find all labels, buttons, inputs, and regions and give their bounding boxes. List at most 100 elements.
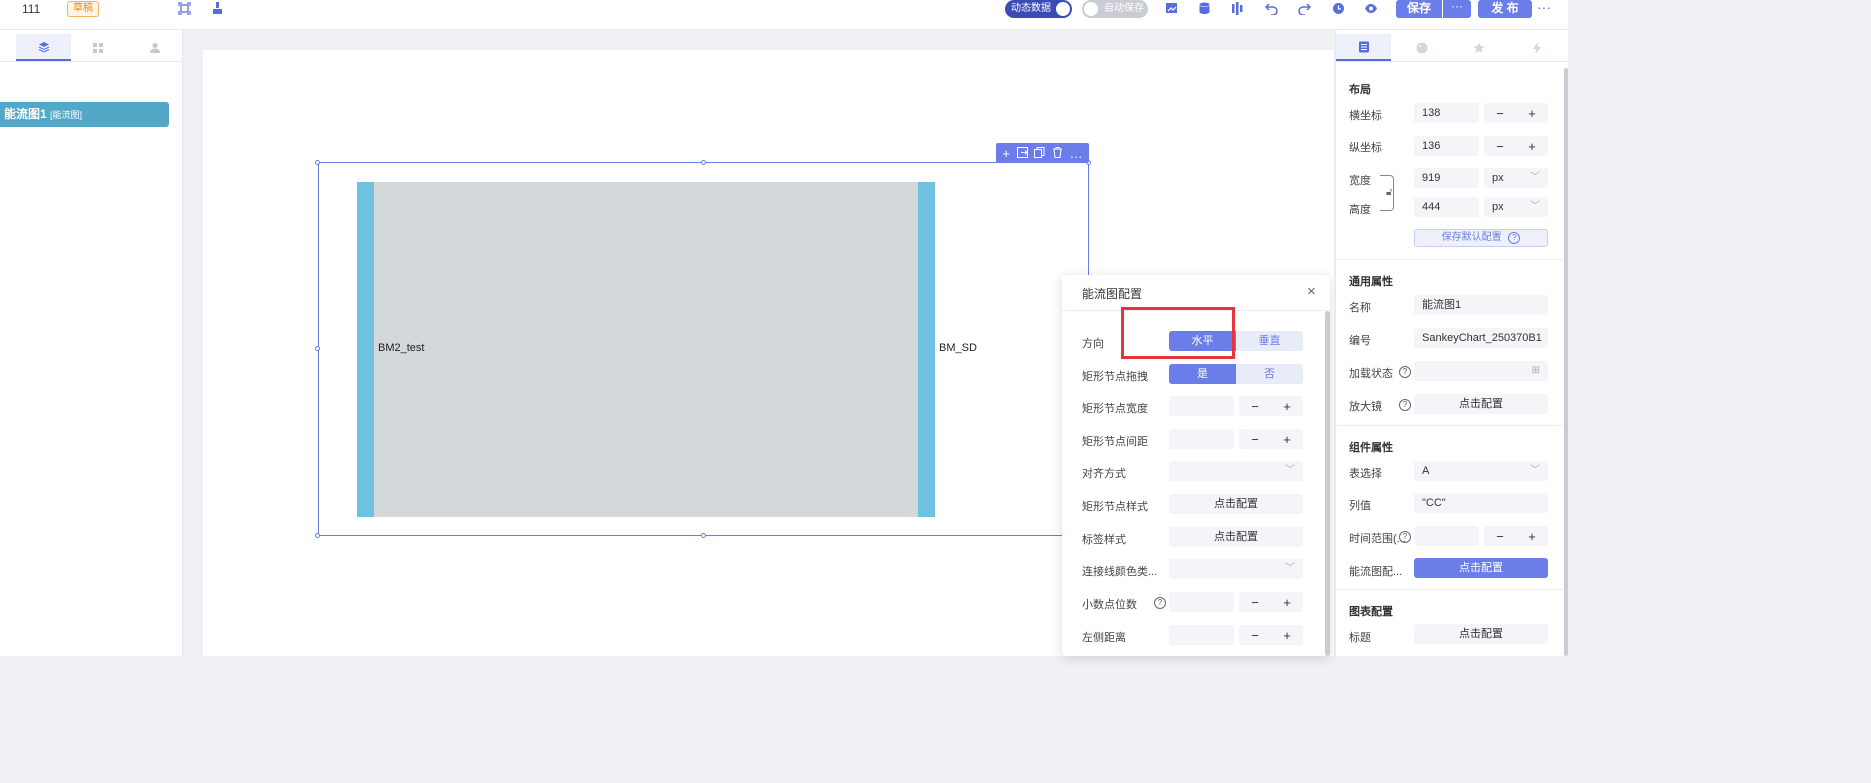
layer-item-sankey[interactable]: 能流图1 [能流图] xyxy=(0,102,169,127)
dynamic-data-toggle[interactable]: 动态数据 xyxy=(1005,0,1072,18)
id-input[interactable]: SankeyChart_250370B1 xyxy=(1414,328,1548,348)
direction-vertical-option[interactable]: 垂直 xyxy=(1236,331,1303,351)
resize-handle[interactable] xyxy=(315,533,320,538)
increment-button[interactable]: + xyxy=(1283,628,1291,643)
tab-favorites[interactable] xyxy=(1451,34,1506,61)
resize-handle[interactable] xyxy=(315,160,320,165)
width-input[interactable]: 919 xyxy=(1414,168,1479,188)
grid-icon: ⊞ xyxy=(1531,365,1540,376)
auto-save-toggle[interactable]: 自动保存 xyxy=(1082,0,1148,18)
node-width-stepper[interactable]: − + xyxy=(1239,396,1303,416)
unlock-icon[interactable]: 🔓︎ xyxy=(1386,187,1392,198)
y-coord-input[interactable]: 136 xyxy=(1414,136,1479,156)
time-range-input[interactable] xyxy=(1414,526,1479,546)
tab-properties[interactable] xyxy=(1336,34,1391,61)
node-gap-stepper[interactable]: − + xyxy=(1239,429,1303,449)
section-divider xyxy=(1336,589,1564,590)
status-badge: 草稿 xyxy=(67,1,99,17)
align-icon[interactable] xyxy=(1229,0,1245,16)
height-input[interactable]: 444 xyxy=(1414,197,1479,217)
tab-components[interactable] xyxy=(70,34,125,61)
decrement-button[interactable]: − xyxy=(1496,106,1504,121)
align-select[interactable]: ﹀ xyxy=(1169,461,1303,481)
fit-screen-icon[interactable] xyxy=(176,0,192,16)
auto-save-label: 自动保存 xyxy=(1104,3,1144,14)
width-unit-select[interactable]: px ﹀ xyxy=(1484,168,1548,188)
database-icon[interactable] xyxy=(1196,0,1212,16)
preview-eye-icon[interactable] xyxy=(1363,0,1379,16)
node-drag-segmented[interactable]: 是 否 xyxy=(1169,364,1303,384)
time-range-label: 时间范围(... xyxy=(1349,533,1406,545)
increment-button[interactable]: + xyxy=(1528,139,1536,154)
decimal-places-input[interactable] xyxy=(1169,592,1234,612)
column-value-input[interactable]: "CC" xyxy=(1414,493,1548,513)
help-icon[interactable]: ? xyxy=(1154,597,1166,609)
tab-user[interactable] xyxy=(127,34,182,61)
node-gap-input[interactable] xyxy=(1169,429,1234,449)
move-layer-icon[interactable] xyxy=(1016,146,1028,161)
history-icon[interactable] xyxy=(1330,0,1346,16)
resize-handle[interactable] xyxy=(701,160,706,165)
loading-state-label: 加载状态 xyxy=(1349,368,1393,380)
save-default-config-button[interactable]: 保存默认配置 ? xyxy=(1414,229,1548,247)
publish-button[interactable]: 发 布 xyxy=(1478,0,1532,18)
dialog-scrollbar[interactable] xyxy=(1325,311,1330,656)
add-icon[interactable]: + xyxy=(1002,146,1010,161)
resize-handle[interactable] xyxy=(701,533,706,538)
increment-button[interactable]: + xyxy=(1528,106,1536,121)
loading-state-select[interactable]: ⊞ xyxy=(1414,361,1548,381)
save-button[interactable]: 保存 xyxy=(1396,0,1442,18)
left-distance-input[interactable] xyxy=(1169,625,1234,645)
name-input[interactable]: 能流图1 xyxy=(1414,295,1548,315)
resize-handle[interactable] xyxy=(315,346,320,351)
close-icon[interactable]: × xyxy=(1307,284,1316,299)
decimal-places-stepper[interactable]: − + xyxy=(1239,592,1303,612)
increment-button[interactable]: + xyxy=(1528,529,1536,544)
undo-icon[interactable] xyxy=(1263,0,1279,16)
tab-style[interactable] xyxy=(1394,34,1449,61)
y-coord-stepper[interactable]: − + xyxy=(1484,136,1548,156)
time-range-stepper[interactable]: − + xyxy=(1484,526,1548,546)
x-coord-stepper[interactable]: − + xyxy=(1484,103,1548,123)
title-config-button[interactable]: 点击配置 xyxy=(1414,624,1548,644)
link-color-select[interactable]: ﹀ xyxy=(1169,559,1303,579)
tab-layers[interactable] xyxy=(16,34,71,61)
increment-button[interactable]: + xyxy=(1283,432,1291,447)
chart-edit-icon[interactable] xyxy=(1163,0,1179,16)
node-gap-label: 矩形节点间距 xyxy=(1082,436,1148,448)
increment-button[interactable]: + xyxy=(1283,399,1291,414)
redo-icon[interactable] xyxy=(1296,0,1312,16)
save-more-button[interactable]: ··· xyxy=(1443,0,1471,18)
decrement-button[interactable]: − xyxy=(1496,529,1504,544)
more-options-icon[interactable]: … xyxy=(1070,146,1083,161)
help-icon[interactable]: ? xyxy=(1399,366,1411,378)
magnifier-config-button[interactable]: 点击配置 xyxy=(1414,394,1548,414)
node-drag-no-option[interactable]: 否 xyxy=(1236,364,1303,384)
node-drag-yes-option[interactable]: 是 xyxy=(1169,364,1236,384)
height-label: 高度 xyxy=(1349,204,1371,216)
help-icon[interactable]: ? xyxy=(1399,399,1411,411)
decrement-button[interactable]: − xyxy=(1251,399,1259,414)
tab-events[interactable] xyxy=(1509,34,1564,61)
node-drag-label: 矩形节点拖拽 xyxy=(1082,371,1148,383)
brush-icon[interactable] xyxy=(209,0,225,16)
decrement-button[interactable]: − xyxy=(1251,595,1259,610)
direction-label: 方向 xyxy=(1082,338,1104,350)
increment-button[interactable]: + xyxy=(1283,595,1291,610)
copy-icon[interactable] xyxy=(1034,146,1045,161)
decrement-button[interactable]: − xyxy=(1251,432,1259,447)
table-select[interactable]: A ﹀ xyxy=(1414,461,1548,481)
delete-icon[interactable] xyxy=(1052,146,1063,161)
height-unit-select[interactable]: px ﹀ xyxy=(1484,197,1548,217)
decrement-button[interactable]: − xyxy=(1496,139,1504,154)
help-icon[interactable]: ? xyxy=(1399,531,1411,543)
decrement-button[interactable]: − xyxy=(1251,628,1259,643)
more-menu-icon[interactable]: ··· xyxy=(1537,0,1551,14)
sankey-config-button[interactable]: 点击配置 xyxy=(1414,558,1548,578)
left-distance-stepper[interactable]: − + xyxy=(1239,625,1303,645)
label-style-config-button[interactable]: 点击配置 xyxy=(1169,527,1303,547)
x-coord-input[interactable]: 138 xyxy=(1414,103,1479,123)
node-width-input[interactable] xyxy=(1169,396,1234,416)
node-style-config-button[interactable]: 点击配置 xyxy=(1169,494,1303,514)
panel-scrollbar[interactable] xyxy=(1564,68,1568,656)
